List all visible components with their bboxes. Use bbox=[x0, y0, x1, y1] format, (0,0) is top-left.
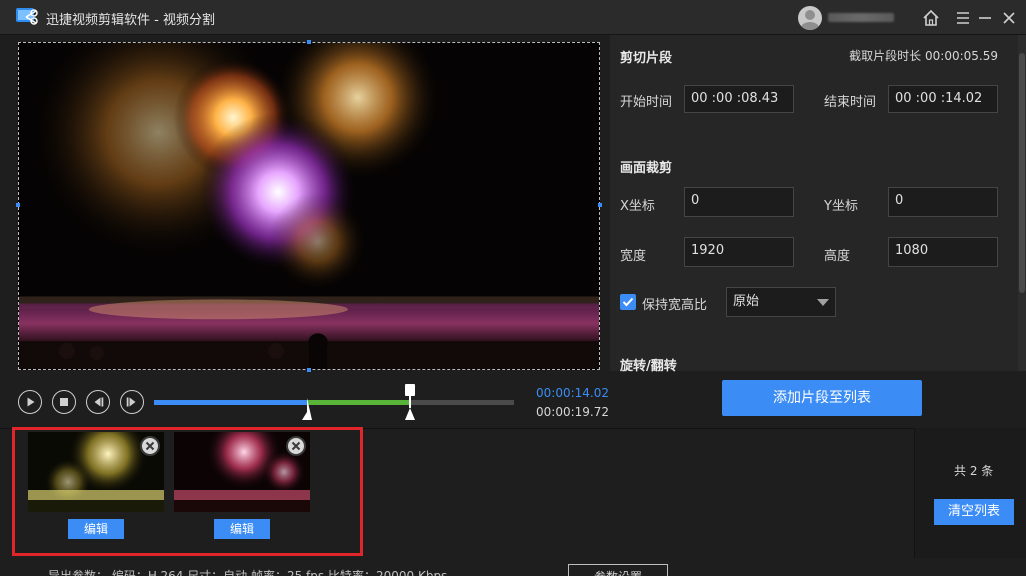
current-time: 00:00:14.02 bbox=[536, 386, 609, 400]
check-icon bbox=[622, 297, 634, 307]
title-bar: 迅捷视频剪辑软件 - 视频分割 bbox=[0, 0, 1026, 35]
y-coord-input[interactable]: 0 bbox=[888, 187, 998, 217]
play-button[interactable] bbox=[18, 390, 42, 414]
height-label: 高度 bbox=[824, 249, 851, 264]
output-settings-button[interactable]: 参数设置 bbox=[568, 564, 668, 576]
rotate-title: 旋转/翻转 bbox=[620, 359, 677, 374]
keep-ratio-checkbox[interactable] bbox=[620, 294, 636, 310]
minimize-button[interactable] bbox=[974, 7, 996, 29]
previous-frame-icon bbox=[94, 397, 104, 407]
settings-scrollbar[interactable] bbox=[1018, 35, 1026, 371]
width-label: 宽度 bbox=[620, 249, 647, 264]
clip-2-remove-button[interactable] bbox=[286, 436, 306, 456]
y-coord-label: Y坐标 bbox=[824, 199, 858, 214]
add-segment-button[interactable]: 添加片段至列表 bbox=[722, 380, 922, 416]
end-time-label: 结束时间 bbox=[824, 95, 877, 110]
scrollbar-thumb[interactable] bbox=[1019, 53, 1025, 293]
height-input[interactable]: 1080 bbox=[888, 237, 998, 267]
clip-1-remove-button[interactable] bbox=[140, 436, 160, 456]
duration-value: 00:00:05.59 bbox=[925, 49, 998, 63]
menu-icon bbox=[957, 12, 969, 24]
x-coord-label: X坐标 bbox=[620, 199, 655, 214]
clip-list-sidebar bbox=[914, 428, 1026, 558]
clip-2-edit-button[interactable]: 编辑 bbox=[214, 519, 270, 539]
output-summary: 导出参数： 编码：H.264 尺寸：自动 帧率：25 fps 比特率：20000… bbox=[48, 569, 448, 576]
settings-panel: 剪切片段 截取片段时长 00:00:05.59 开始时间 00 :00 :08.… bbox=[610, 35, 1026, 374]
x-coord-input[interactable]: 0 bbox=[684, 187, 794, 217]
crop-title: 画面裁剪 bbox=[620, 161, 673, 176]
playhead-end-marker-handle[interactable] bbox=[404, 384, 416, 422]
clip-1-edit-button[interactable]: 编辑 bbox=[68, 519, 124, 539]
menu-button[interactable] bbox=[952, 7, 974, 29]
timeline-selection bbox=[307, 400, 410, 405]
fireworks-video-frame bbox=[19, 43, 599, 369]
crop-handle-left[interactable] bbox=[16, 203, 20, 207]
home-button[interactable] bbox=[920, 7, 942, 29]
close-icon bbox=[291, 441, 301, 451]
user-name-blurred bbox=[828, 13, 894, 22]
video-preview[interactable] bbox=[18, 42, 600, 370]
ratio-select[interactable]: 原始 bbox=[726, 287, 836, 317]
user-avatar[interactable] bbox=[798, 6, 822, 30]
start-time-input[interactable]: 00 :00 :08.43 bbox=[684, 85, 794, 113]
output-bar: 导出参数： 编码：H.264 尺寸：自动 帧率：25 fps 比特率：20000… bbox=[0, 558, 1026, 576]
cut-segment-title: 剪切片段 bbox=[620, 51, 673, 66]
keep-ratio-label[interactable]: 保持宽高比 bbox=[642, 294, 707, 313]
clear-list-button[interactable]: 清空列表 bbox=[934, 499, 1014, 525]
app-logo-icon bbox=[16, 8, 38, 25]
play-icon bbox=[27, 397, 35, 407]
close-icon bbox=[145, 441, 155, 451]
stop-icon bbox=[60, 398, 68, 406]
window-title: 迅捷视频剪辑软件 - 视频分割 bbox=[46, 13, 215, 28]
start-time-label: 开始时间 bbox=[620, 95, 673, 110]
stop-button[interactable] bbox=[52, 390, 76, 414]
next-frame-button[interactable] bbox=[120, 390, 144, 414]
close-button[interactable] bbox=[998, 7, 1020, 29]
minimize-icon bbox=[979, 17, 991, 19]
segment-duration: 截取片段时长 00:00:05.59 bbox=[849, 47, 998, 64]
crop-handle-right[interactable] bbox=[598, 203, 602, 207]
duration-label: 截取片段时长 bbox=[849, 49, 922, 63]
chevron-down-icon bbox=[817, 299, 829, 306]
next-frame-icon bbox=[126, 397, 136, 407]
crop-handle-bottom[interactable] bbox=[307, 368, 311, 372]
previous-frame-button[interactable] bbox=[86, 390, 110, 414]
home-icon bbox=[923, 9, 939, 26]
user-icon bbox=[801, 10, 819, 30]
start-marker-handle[interactable] bbox=[302, 398, 312, 422]
total-time: 00:00:19.72 bbox=[536, 405, 609, 419]
end-time-input[interactable]: 00 :00 :14.02 bbox=[888, 85, 998, 113]
clip-count: 共 2 条 bbox=[954, 464, 994, 478]
close-icon bbox=[1003, 12, 1015, 24]
crop-handle-top[interactable] bbox=[307, 40, 311, 44]
width-input[interactable]: 1920 bbox=[684, 237, 794, 267]
ratio-selected-value: 原始 bbox=[733, 294, 760, 309]
timeline-slider[interactable] bbox=[154, 400, 514, 405]
